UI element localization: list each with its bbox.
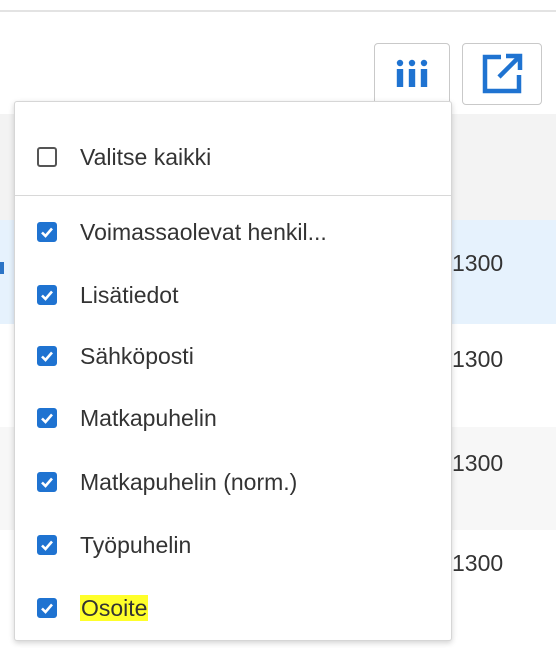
top-divider [0, 10, 556, 12]
dropdown-divider [15, 195, 451, 196]
search-highlight: Osoite [80, 594, 149, 621]
checkbox-checked[interactable] [37, 222, 57, 242]
checkbox-checked[interactable] [37, 408, 57, 428]
checkbox-checked[interactable] [37, 598, 57, 618]
column-chooser-dropdown: Valitse kaikki Voimassaolevat henkil... … [14, 101, 452, 641]
column-option-label: Työpuhelin [80, 531, 192, 558]
column-chooser-button[interactable] [374, 43, 450, 105]
column-option-label-highlighted: Osoite [80, 594, 149, 622]
check-icon [41, 351, 53, 362]
row-marker [0, 262, 4, 274]
column-option[interactable]: Matkapuhelin [15, 398, 451, 438]
column-option-label: Sähköposti [80, 342, 194, 369]
table-cell: 1300 [452, 550, 504, 576]
check-icon [41, 540, 53, 551]
check-icon [41, 290, 53, 301]
column-option[interactable]: Työpuhelin [15, 525, 451, 565]
column-option[interactable]: Sähköposti [15, 336, 451, 376]
column-option[interactable]: Matkapuhelin (norm.) [15, 462, 451, 502]
table-cell: 1300 [452, 450, 504, 476]
check-icon [41, 227, 53, 238]
check-icon [41, 603, 53, 614]
column-option-label: Matkapuhelin [80, 404, 217, 431]
column-chooser-icon [396, 59, 428, 87]
column-option-label: Matkapuhelin (norm.) [80, 468, 298, 495]
column-option[interactable]: Osoite [15, 588, 451, 628]
checkbox-checked[interactable] [37, 285, 57, 305]
column-option[interactable]: Lisätiedot [15, 275, 451, 315]
export-button[interactable] [462, 43, 542, 105]
column-option-label: Lisätiedot [80, 281, 179, 308]
external-link-icon [482, 53, 523, 94]
select-all-checkbox[interactable] [37, 147, 57, 167]
check-icon [41, 477, 53, 488]
column-option[interactable]: Voimassaolevat henkil... [15, 212, 451, 252]
checkbox-checked[interactable] [37, 472, 57, 492]
select-all-option[interactable]: Valitse kaikki [15, 137, 451, 177]
select-all-label: Valitse kaikki [80, 143, 212, 170]
check-icon [41, 413, 53, 424]
table-cell: 1300 [452, 346, 504, 372]
checkbox-checked[interactable] [37, 346, 57, 366]
checkbox-checked[interactable] [37, 535, 57, 555]
table-cell: 1300 [452, 250, 504, 276]
column-option-label: Voimassaolevat henkil... [80, 218, 327, 245]
